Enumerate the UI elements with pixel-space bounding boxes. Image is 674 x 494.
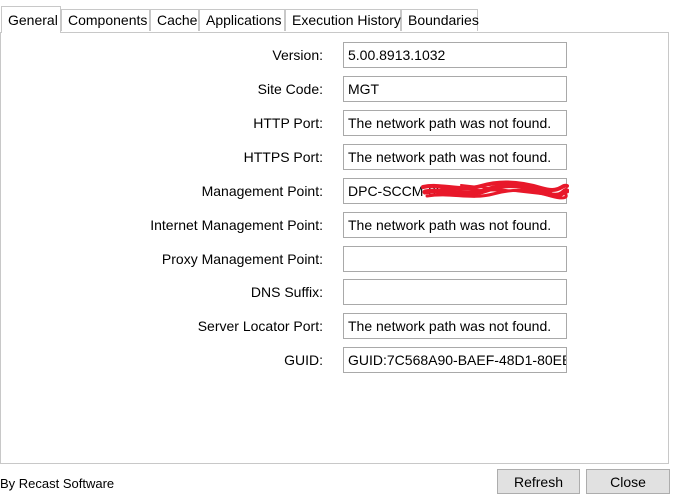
general-panel: Version: 5.00.8913.1032 Site Code: MGT H… bbox=[0, 32, 669, 464]
internet-management-point-field[interactable]: The network path was not found. bbox=[343, 212, 567, 238]
version-label: Version: bbox=[272, 47, 323, 63]
tab-cache[interactable]: Cache bbox=[150, 9, 199, 31]
proxy-management-point-label: Proxy Management Point: bbox=[161, 251, 323, 267]
row-site-code: Site Code: MGT bbox=[1, 76, 669, 102]
http-port-label: HTTP Port: bbox=[253, 115, 323, 131]
close-button[interactable]: Close bbox=[586, 469, 670, 494]
dns-suffix-field[interactable] bbox=[343, 279, 567, 305]
row-version: Version: 5.00.8913.1032 bbox=[1, 42, 669, 68]
server-locator-port-label: Server Locator Port: bbox=[197, 318, 323, 334]
https-port-label: HTTPS Port: bbox=[243, 149, 323, 165]
tab-components[interactable]: Components bbox=[61, 9, 150, 31]
refresh-button[interactable]: Refresh bbox=[497, 469, 580, 494]
tab-general[interactable]: General bbox=[1, 6, 61, 33]
tab-applications[interactable]: Applications bbox=[199, 9, 285, 31]
management-point-label: Management Point: bbox=[201, 183, 323, 199]
internet-management-point-label: Internet Management Point: bbox=[150, 217, 323, 233]
row-proxy-management-point: Proxy Management Point: bbox=[1, 246, 669, 272]
https-port-field[interactable]: The network path was not found. bbox=[343, 144, 567, 170]
tab-execution-history[interactable]: Execution History bbox=[285, 9, 401, 31]
server-locator-port-field[interactable]: The network path was not found. bbox=[343, 313, 567, 339]
row-dns-suffix: DNS Suffix: bbox=[1, 279, 669, 305]
proxy-management-point-field[interactable] bbox=[343, 246, 567, 272]
http-port-field[interactable]: The network path was not found. bbox=[343, 110, 567, 136]
site-code-label: Site Code: bbox=[257, 81, 323, 97]
dns-suffix-label: DNS Suffix: bbox=[250, 284, 323, 300]
management-point-field[interactable]: DPC-SCCM-03 bbox=[343, 178, 567, 204]
guid-field[interactable]: GUID:7C568A90-BAEF-48D1-80EB-E7 bbox=[343, 347, 567, 373]
guid-label: GUID: bbox=[284, 352, 323, 368]
site-code-field[interactable]: MGT bbox=[343, 76, 567, 102]
row-guid: GUID: GUID:7C568A90-BAEF-48D1-80EB-E7 bbox=[1, 347, 669, 373]
row-http-port: HTTP Port: The network path was not foun… bbox=[1, 110, 669, 136]
tab-boundaries[interactable]: Boundaries bbox=[401, 9, 479, 31]
tab-strip: General Components Cache Applications Ex… bbox=[0, 6, 674, 33]
row-server-locator-port: Server Locator Port: The network path wa… bbox=[1, 313, 669, 339]
row-management-point: Management Point: DPC-SCCM-03 bbox=[1, 178, 669, 204]
version-field[interactable]: 5.00.8913.1032 bbox=[343, 42, 567, 68]
row-internet-management-point: Internet Management Point: The network p… bbox=[1, 212, 669, 238]
credit-text: By Recast Software bbox=[0, 476, 115, 491]
row-https-port: HTTPS Port: The network path was not fou… bbox=[1, 144, 669, 170]
